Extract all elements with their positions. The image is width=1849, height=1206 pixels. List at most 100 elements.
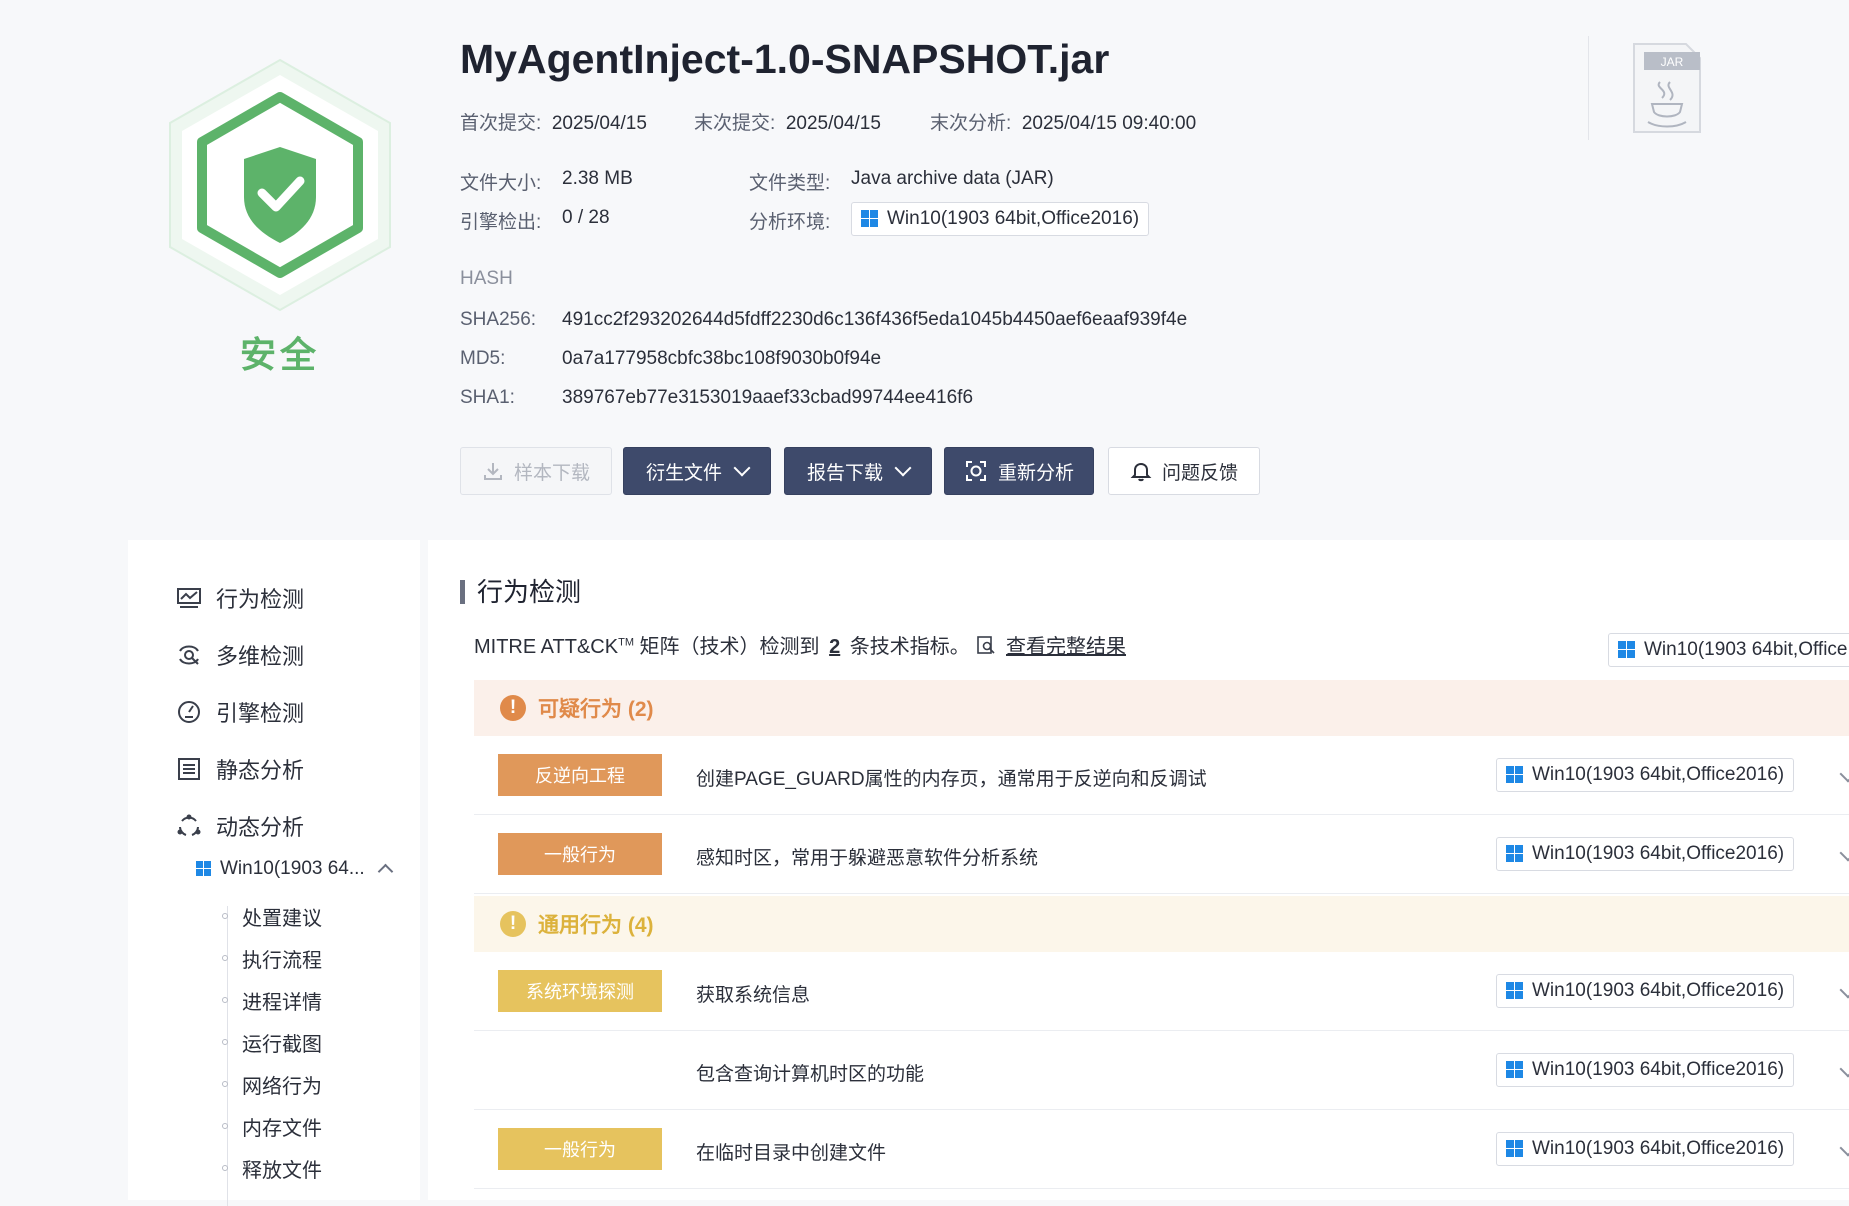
behavior-desc: 感知时区，常用于躲避恶意软件分析系统	[696, 848, 1039, 869]
md5-value: 0a7a177958cbfc38bc108f9030b0f94e	[562, 348, 882, 369]
behavior-desc: 在临时目录中创建文件	[696, 1143, 887, 1164]
jar-file-icon: JAR	[1633, 43, 1701, 133]
safe-shield-badge	[169, 58, 391, 312]
windows-icon	[1506, 1140, 1524, 1158]
windows-icon	[861, 210, 879, 228]
general-group-header[interactable]: ! 通用行为 (4)	[474, 896, 1849, 952]
sidebar-item-engine[interactable]: 引擎检测	[176, 696, 304, 728]
sha1-label: SHA1:	[460, 387, 515, 408]
sidebar-env-item[interactable]: Win10(1903 64...	[196, 858, 365, 880]
chevron-down-icon[interactable]	[1839, 981, 1849, 999]
md5-label: MD5:	[460, 348, 506, 369]
behavior-panel: 行为检测 MITRE ATT&CKTM 矩阵（技术）检测到 2 条技术指标。 查…	[428, 540, 1849, 1200]
sidebar-item-behavior[interactable]: 行为检测	[176, 582, 304, 614]
file-type-label: 文件类型:	[749, 173, 831, 194]
behavior-desc: 获取系统信息	[696, 985, 811, 1006]
feedback-button[interactable]: 问题反馈	[1108, 447, 1260, 495]
engine-detect-value: 0 / 28	[562, 207, 610, 228]
verdict-label: 安全	[239, 334, 320, 375]
behavior-tag: 一般行为	[498, 833, 662, 875]
engine-detect-label: 引擎检出:	[460, 212, 542, 233]
section-title: 行为检测	[460, 579, 581, 605]
sha256-value: 491cc2f293202644d5fdff2230d6c136f436f5ed…	[562, 309, 1188, 330]
behavior-tag: 反逆向工程	[498, 754, 662, 796]
tree-dot	[222, 913, 228, 919]
behavior-row[interactable]: 一般行为 在临时目录中创建文件 Win10(1903 64bit,Office2…	[474, 1110, 1849, 1189]
env-filter-tag[interactable]: Win10(1903 64bit,Office	[1608, 633, 1849, 667]
sidebar-item-dynamic[interactable]: 动态分析	[176, 810, 304, 842]
multidim-icon	[179, 645, 199, 665]
tree-dot	[222, 1165, 228, 1171]
tree-dot	[222, 1081, 228, 1087]
file-size-label: 文件大小:	[460, 173, 542, 194]
sha1-value: 389767eb77e3153019aaef33cbad99744ee416f6	[562, 387, 974, 408]
sidebar-sub-disposal[interactable]: 处置建议	[242, 902, 322, 931]
last-analysis: 末次分析: 2025/04/15 09:40:00	[930, 113, 1197, 134]
windows-icon	[1506, 982, 1524, 1000]
tree-connector	[227, 906, 228, 1206]
file-name-title: MyAgentInject-1.0-SNAPSHOT.jar	[460, 36, 1110, 82]
last-submit: 末次提交: 2025/04/15	[694, 113, 881, 134]
analysis-env-tag: Win10(1903 64bit,Office2016)	[851, 202, 1150, 236]
gauge-icon	[178, 701, 200, 723]
behavior-tag: 一般行为	[498, 1128, 662, 1170]
row-env-tag: Win10(1903 64bit,Office2016)	[1496, 837, 1795, 871]
dynamic-cycle-icon	[177, 814, 201, 836]
row-env-tag: Win10(1903 64bit,Office2016)	[1496, 758, 1795, 792]
behavior-tag: 系统环境探测	[498, 970, 662, 1012]
reanalyze-icon	[965, 461, 986, 481]
sidebar-sub-process[interactable]: 进程详情	[242, 986, 322, 1015]
windows-icon	[196, 861, 212, 877]
tree-dot	[222, 955, 228, 961]
header-divider	[1588, 36, 1589, 140]
sha256-label: SHA256:	[460, 309, 537, 330]
jar-icon-label: JAR	[1661, 55, 1684, 69]
sidebar-sub-screenshot[interactable]: 运行截图	[242, 1028, 322, 1057]
warning-icon: !	[500, 911, 526, 937]
behavior-row[interactable]: 一般行为 感知时区，常用于躲避恶意软件分析系统 Win10(1903 64bit…	[474, 815, 1849, 894]
windows-icon	[1506, 766, 1524, 784]
sidebar-sub-network[interactable]: 网络行为	[242, 1070, 322, 1099]
derived-files-button[interactable]: 衍生文件	[623, 447, 771, 495]
suspicious-group-header[interactable]: ! 可疑行为 (2)	[474, 680, 1849, 736]
chevron-down-icon	[733, 459, 751, 477]
row-env-tag: Win10(1903 64bit,Office2016)	[1496, 1053, 1795, 1087]
view-full-result-link[interactable]: 查看完整结果	[976, 630, 1126, 659]
report-download-button[interactable]: 报告下载	[784, 447, 932, 495]
sidebar-sub-memory[interactable]: 内存文件	[242, 1112, 322, 1141]
row-env-tag: Win10(1903 64bit,Office2016)	[1496, 1132, 1795, 1166]
behavior-row[interactable]: 系统环境探测 获取系统信息 Win10(1903 64bit,Office201…	[474, 952, 1849, 1031]
warning-icon: !	[500, 695, 526, 721]
chevron-down-icon[interactable]	[1839, 1139, 1849, 1157]
sidebar-sub-flow[interactable]: 执行流程	[242, 944, 322, 973]
behavior-chart-icon	[177, 588, 201, 608]
file-size-value: 2.38 MB	[562, 168, 633, 189]
download-icon	[483, 463, 502, 480]
behavior-row[interactable]: 包含查询计算机时区的功能 Win10(1903 64bit,Office2016…	[474, 1031, 1849, 1110]
behavior-desc: 包含查询计算机时区的功能	[696, 1064, 925, 1085]
row-env-tag: Win10(1903 64bit,Office2016)	[1496, 974, 1795, 1008]
sample-download-button[interactable]: 样本下载	[460, 447, 612, 495]
mitre-summary: MITRE ATT&CKTM 矩阵（技术）检测到 2 条技术指标。	[474, 636, 970, 658]
sidebar-item-multidim[interactable]: 多维检测	[176, 639, 304, 671]
chevron-down-icon[interactable]	[1839, 1060, 1849, 1078]
first-submit: 首次提交: 2025/04/15	[460, 113, 647, 134]
windows-icon	[1506, 1061, 1524, 1079]
reanalyze-button[interactable]: 重新分析	[944, 447, 1094, 495]
behavior-row[interactable]: 反逆向工程 创建PAGE_GUARD属性的内存页，通常用于反逆向和反调试 Win…	[474, 736, 1849, 815]
chevron-up-icon[interactable]	[377, 863, 394, 880]
chevron-down-icon[interactable]	[1839, 844, 1849, 862]
chevron-down-icon[interactable]	[1839, 765, 1849, 783]
tree-dot	[222, 1123, 228, 1129]
windows-icon	[1506, 845, 1524, 863]
behavior-desc: 创建PAGE_GUARD属性的内存页，通常用于反逆向和反调试	[696, 769, 1207, 790]
file-type-value: Java archive data (JAR)	[851, 168, 1054, 189]
tree-dot	[222, 1039, 228, 1045]
bell-icon	[1130, 462, 1152, 482]
tree-dot	[222, 997, 228, 1003]
sidebar-sub-dropped[interactable]: 释放文件	[242, 1154, 322, 1183]
windows-icon	[1618, 641, 1636, 659]
search-doc-icon	[977, 635, 995, 654]
chevron-down-icon	[894, 459, 912, 477]
sidebar-item-static[interactable]: 静态分析	[176, 753, 304, 785]
